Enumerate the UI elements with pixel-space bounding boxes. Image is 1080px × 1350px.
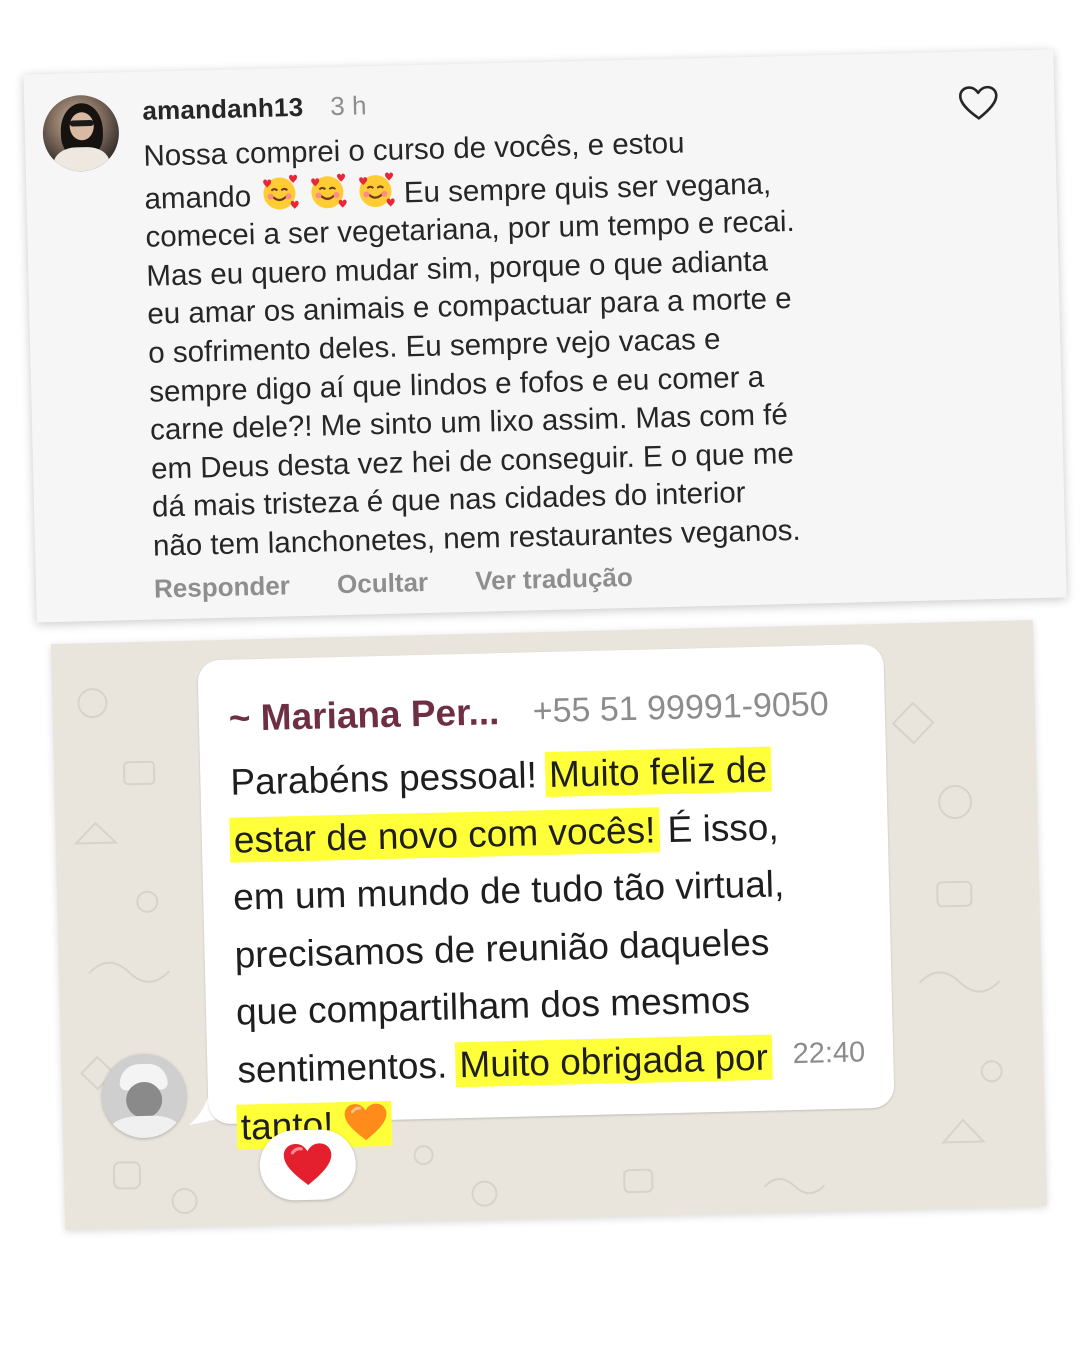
highlighted-text: estar de novo com vocês! xyxy=(229,806,660,863)
instagram-comment-card: amandanh13 3 h Nossa comprei o curso de … xyxy=(23,49,1067,623)
message-time: 22:40 xyxy=(792,1036,866,1071)
smiling-face-with-hearts-emoji xyxy=(259,174,308,212)
reply-button[interactable]: Responder xyxy=(154,570,291,604)
highlighted-text: Muito obrigada por xyxy=(454,1034,773,1087)
message-bubble[interactable]: ~ Mariana Per... +55 51 99991-9050 Parab… xyxy=(197,643,895,1150)
message-fragment: É isso, xyxy=(667,805,780,850)
comment-username[interactable]: amandanh13 xyxy=(142,92,304,127)
comment-timestamp: 3 h xyxy=(329,90,367,122)
message-reaction[interactable] xyxy=(258,1128,357,1202)
comment-text: Nossa comprei o curso de vocês, e estou … xyxy=(143,119,933,566)
heart-outline-icon[interactable] xyxy=(958,85,999,122)
hide-button[interactable]: Ocultar xyxy=(337,567,429,600)
commenter-avatar[interactable] xyxy=(41,94,120,173)
highlighted-text: Muito feliz de xyxy=(544,746,772,798)
message-text: Parabéns pessoal! Muito feliz de estar d… xyxy=(229,738,880,1156)
see-translation-button[interactable]: Ver tradução xyxy=(475,562,633,597)
smiling-face-with-hearts-emoji xyxy=(355,172,404,210)
message-fragment: Parabéns pessoal! xyxy=(229,754,538,803)
smiling-face-with-hearts-emoji xyxy=(307,173,356,211)
sender-avatar[interactable] xyxy=(101,1052,188,1139)
comment-actions: Responder Ocultar Ver tradução xyxy=(154,561,673,605)
sender-phone: +55 51 99991-9050 xyxy=(532,685,830,731)
comment-line-fragment: amando xyxy=(144,179,252,216)
message-fragment: sentimentos. xyxy=(236,1044,448,1091)
orange-heart-icon xyxy=(344,1103,387,1141)
red-heart-icon xyxy=(283,1143,332,1185)
comment-line-fragment: Eu sempre quis ser vegana, xyxy=(403,167,772,209)
sender-name[interactable]: ~ Mariana Per... xyxy=(228,691,499,740)
whatsapp-chat-card: ~ Mariana Per... +55 51 99991-9050 Parab… xyxy=(50,620,1048,1230)
